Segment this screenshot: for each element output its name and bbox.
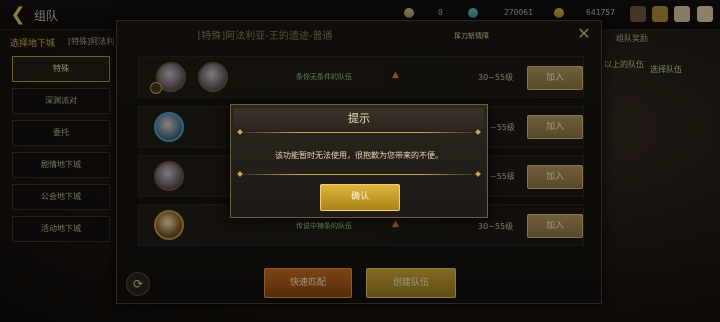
confirm-button[interactable]: 确认 xyxy=(320,184,400,211)
divider xyxy=(236,132,482,133)
dialog-title: 提示 xyxy=(348,112,370,125)
divider xyxy=(236,174,482,175)
dialog-message: 该功能暂时无法使用，很抱歉为您带来的不便。 xyxy=(275,151,443,160)
